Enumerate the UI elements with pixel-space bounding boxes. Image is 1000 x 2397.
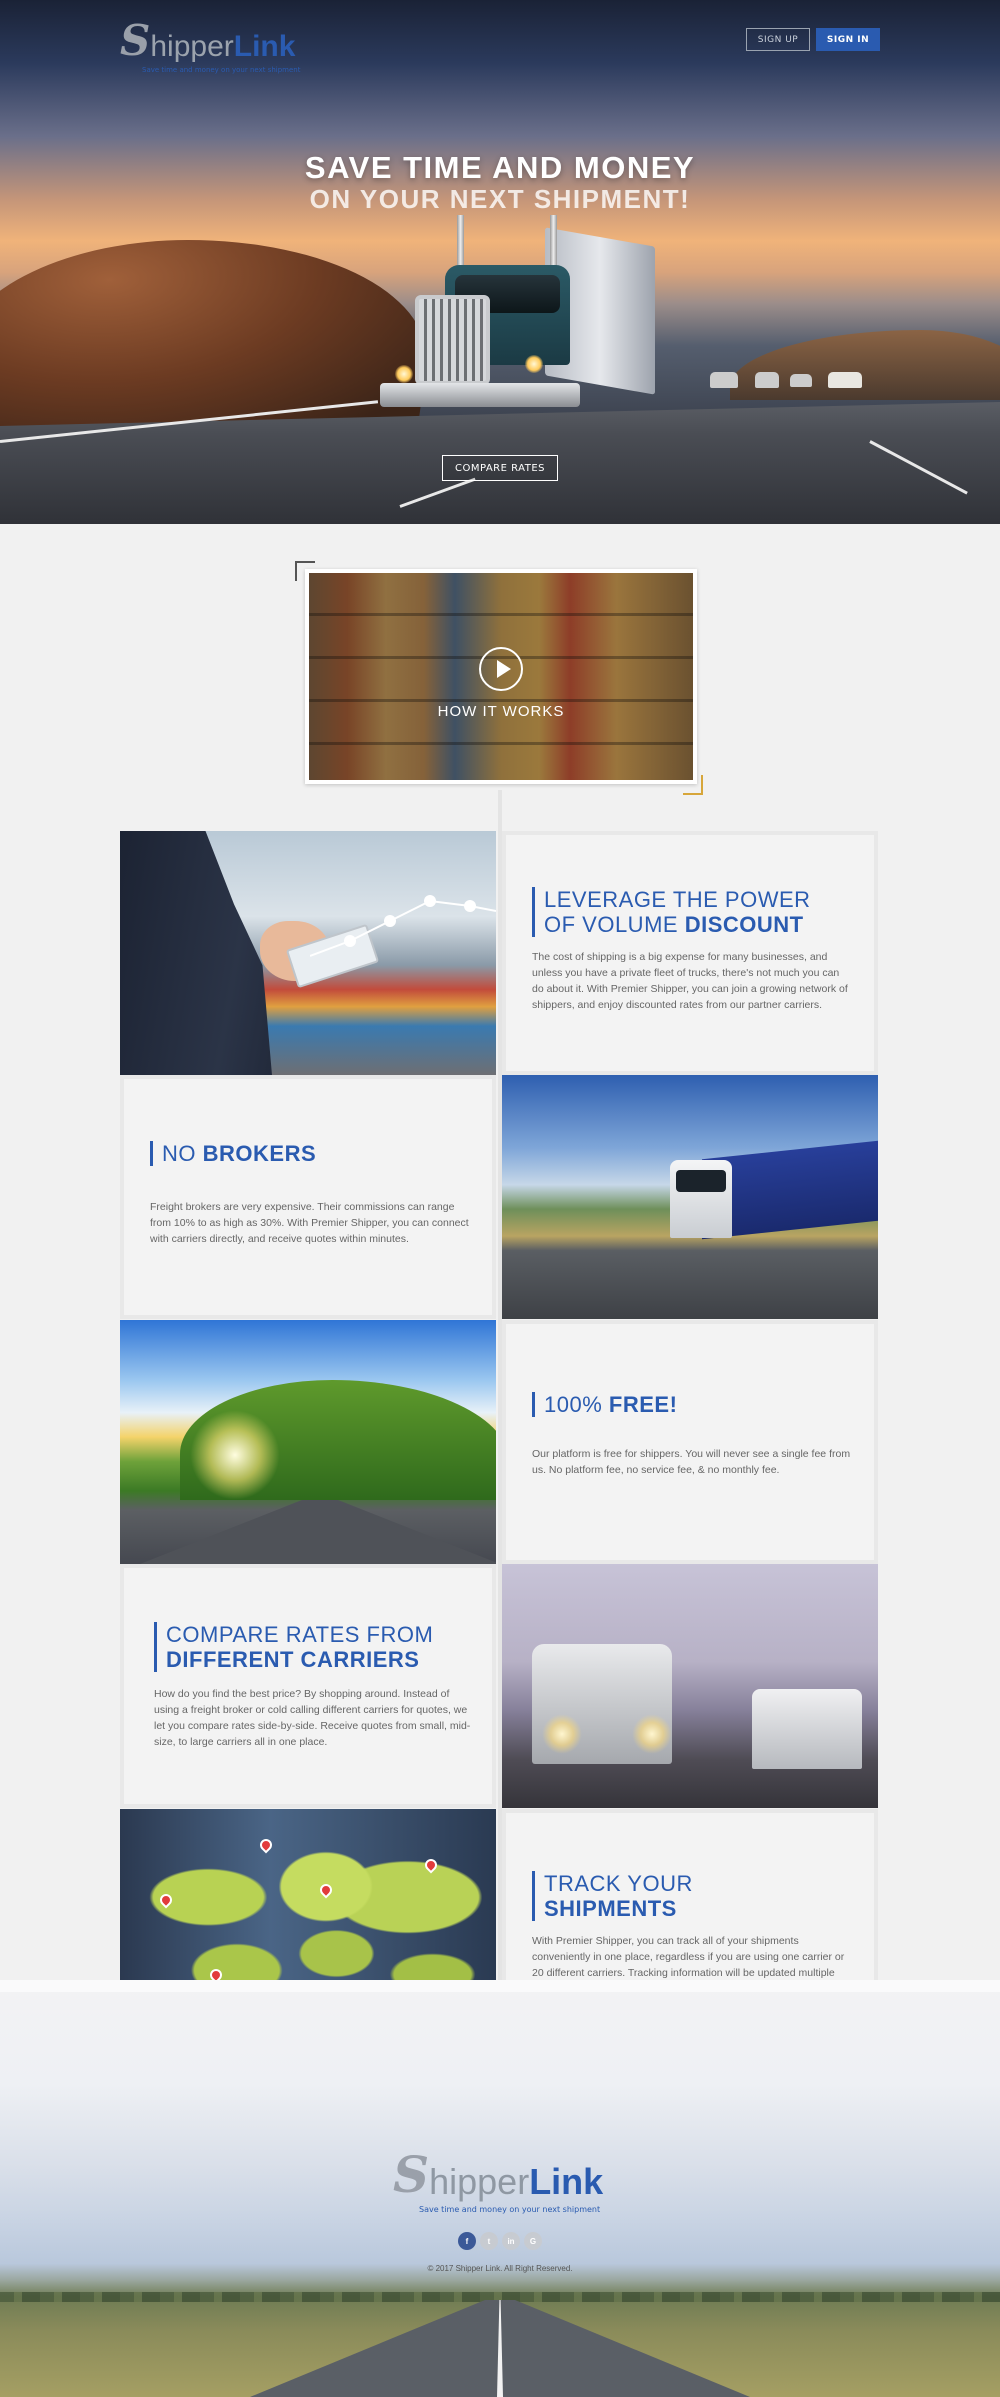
hero-banner: S hipper Link Save time and money on you…	[0, 0, 1000, 524]
header-logo[interactable]: S hipper Link Save time and money on you…	[120, 16, 300, 75]
feature-image-free	[120, 1320, 496, 1564]
feature-free: 100% FREE! Our platform is free for ship…	[502, 1320, 878, 1564]
car	[828, 372, 862, 388]
hero-subtitle: ON YOUR NEXT SHIPMENT!	[309, 184, 691, 214]
how-it-works-video[interactable]: HOW IT WORKS	[305, 569, 697, 784]
footer-band	[0, 1980, 1000, 1992]
feature-title: LEVERAGE THE POWER OF VOLUME DISCOUNT	[532, 887, 811, 937]
feature-volume-discount: LEVERAGE THE POWER OF VOLUME DISCOUNT Th…	[502, 831, 878, 1075]
feature-image-volume-discount	[120, 831, 496, 1075]
feature-title: NO BROKERS	[150, 1141, 316, 1166]
car	[710, 372, 738, 388]
logo-text-link: Link	[529, 2161, 604, 2202]
google-plus-icon[interactable]: G	[524, 2232, 542, 2250]
feature-body: Our platform is free for shippers. You w…	[532, 1448, 851, 1476]
feature-image-no-brokers	[502, 1075, 878, 1319]
growth-graph-icon	[310, 895, 496, 957]
compare-rates-button[interactable]: COMPARE RATES	[442, 455, 558, 481]
twitter-icon[interactable]: t	[480, 2232, 498, 2250]
linkedin-icon[interactable]: in	[502, 2232, 520, 2250]
feature-body: How do you find the best price? By shopp…	[154, 1688, 471, 1748]
copyright: © 2017 Shipper Link. All Right Reserved.	[427, 2264, 573, 2273]
feature-no-brokers: NO BROKERS Freight brokers are very expe…	[120, 1075, 496, 1319]
logo-text: hipper	[150, 30, 234, 63]
feature-title: 100% FREE!	[532, 1392, 677, 1417]
play-icon[interactable]	[479, 647, 523, 691]
hero-hill-right	[730, 330, 1000, 400]
footer-tagline: Save time and money on your next shipmen…	[419, 2205, 601, 2214]
feature-compare-carriers: COMPARE RATES FROM DIFFERENT CARRIERS How…	[120, 1564, 496, 1808]
facebook-icon[interactable]: f	[458, 2232, 476, 2250]
car	[790, 374, 812, 387]
logo-text: hipper	[429, 2161, 530, 2202]
footer-logo[interactable]: S hipper Link Save time and money on you…	[393, 2145, 604, 2215]
sign-in-button[interactable]: SIGN IN	[816, 28, 880, 51]
logo-text-link: Link	[233, 30, 296, 63]
car	[755, 372, 779, 388]
logo-s-mark: S	[120, 16, 151, 65]
how-it-works-label: HOW IT WORKS	[437, 703, 565, 720]
feature-body: The cost of shipping is a big expense fo…	[532, 951, 848, 1011]
logo-tagline: Save time and money on your next shipmen…	[142, 66, 301, 74]
logo-s-mark: S	[393, 2145, 430, 2204]
feature-image-compare-carriers	[502, 1564, 878, 1808]
feature-title: COMPARE RATES FROM DIFFERENT CARRIERS	[154, 1622, 433, 1672]
hero-title: SAVE TIME AND MONEY	[304, 150, 696, 185]
sign-up-button[interactable]: SIGN UP	[746, 28, 810, 51]
hero-truck-image	[375, 215, 665, 435]
feature-body: Freight brokers are very expensive. Thei…	[150, 1201, 469, 1245]
feature-title: TRACK YOUR SHIPMENTS	[532, 1871, 693, 1921]
